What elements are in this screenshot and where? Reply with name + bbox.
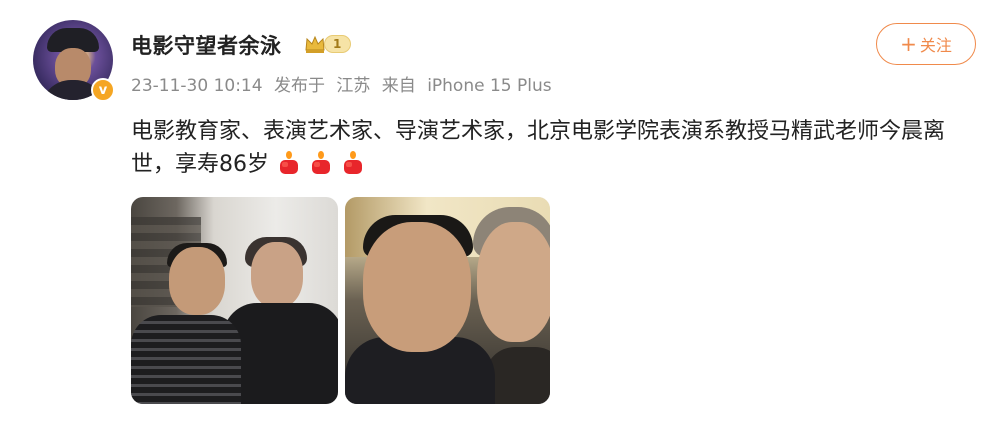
crown-icon [304,34,326,54]
posted-at-label: 发布于 [273,76,325,96]
source-label: 来自 [381,76,416,96]
photo-person-head [477,222,550,342]
username[interactable]: 电影守望者余泳 [131,30,282,60]
follow-button[interactable]: + 关注 [876,23,976,65]
post-photo-2[interactable] [345,197,550,404]
photo-person-head [169,247,225,315]
post-location: 江苏 [336,76,371,96]
photo-person-head [363,222,471,352]
user-avatar-container[interactable]: v [33,20,115,102]
level-number: 1 [324,35,352,53]
post-date[interactable]: 23-11-30 10:14 [131,76,263,96]
post-body: 电影教育家、表演艺术家、导演艺术家，北京电影学院表演系教授马精武老师今晨离世，享… [131,119,946,177]
candle-icon [308,151,334,175]
post-device[interactable]: iPhone 15 Plus [427,76,551,96]
post-meta: 23-11-30 10:14 发布于 江苏 来自 iPhone 15 Plus [131,71,558,96]
user-level-badge[interactable]: 1 [304,32,352,56]
post-text: 电影教育家、表演艺术家、导演艺术家，北京电影学院表演系教授马精武老师今晨离世，享… [131,115,981,181]
verified-icon: v [91,78,115,102]
candle-icon [340,151,366,175]
photo-person-body [131,315,241,404]
plus-icon: + [900,32,917,56]
post-photo-1[interactable] [131,197,338,404]
photo-person-head [251,242,303,308]
follow-label: 关注 [919,36,952,55]
candle-icon [276,151,302,175]
